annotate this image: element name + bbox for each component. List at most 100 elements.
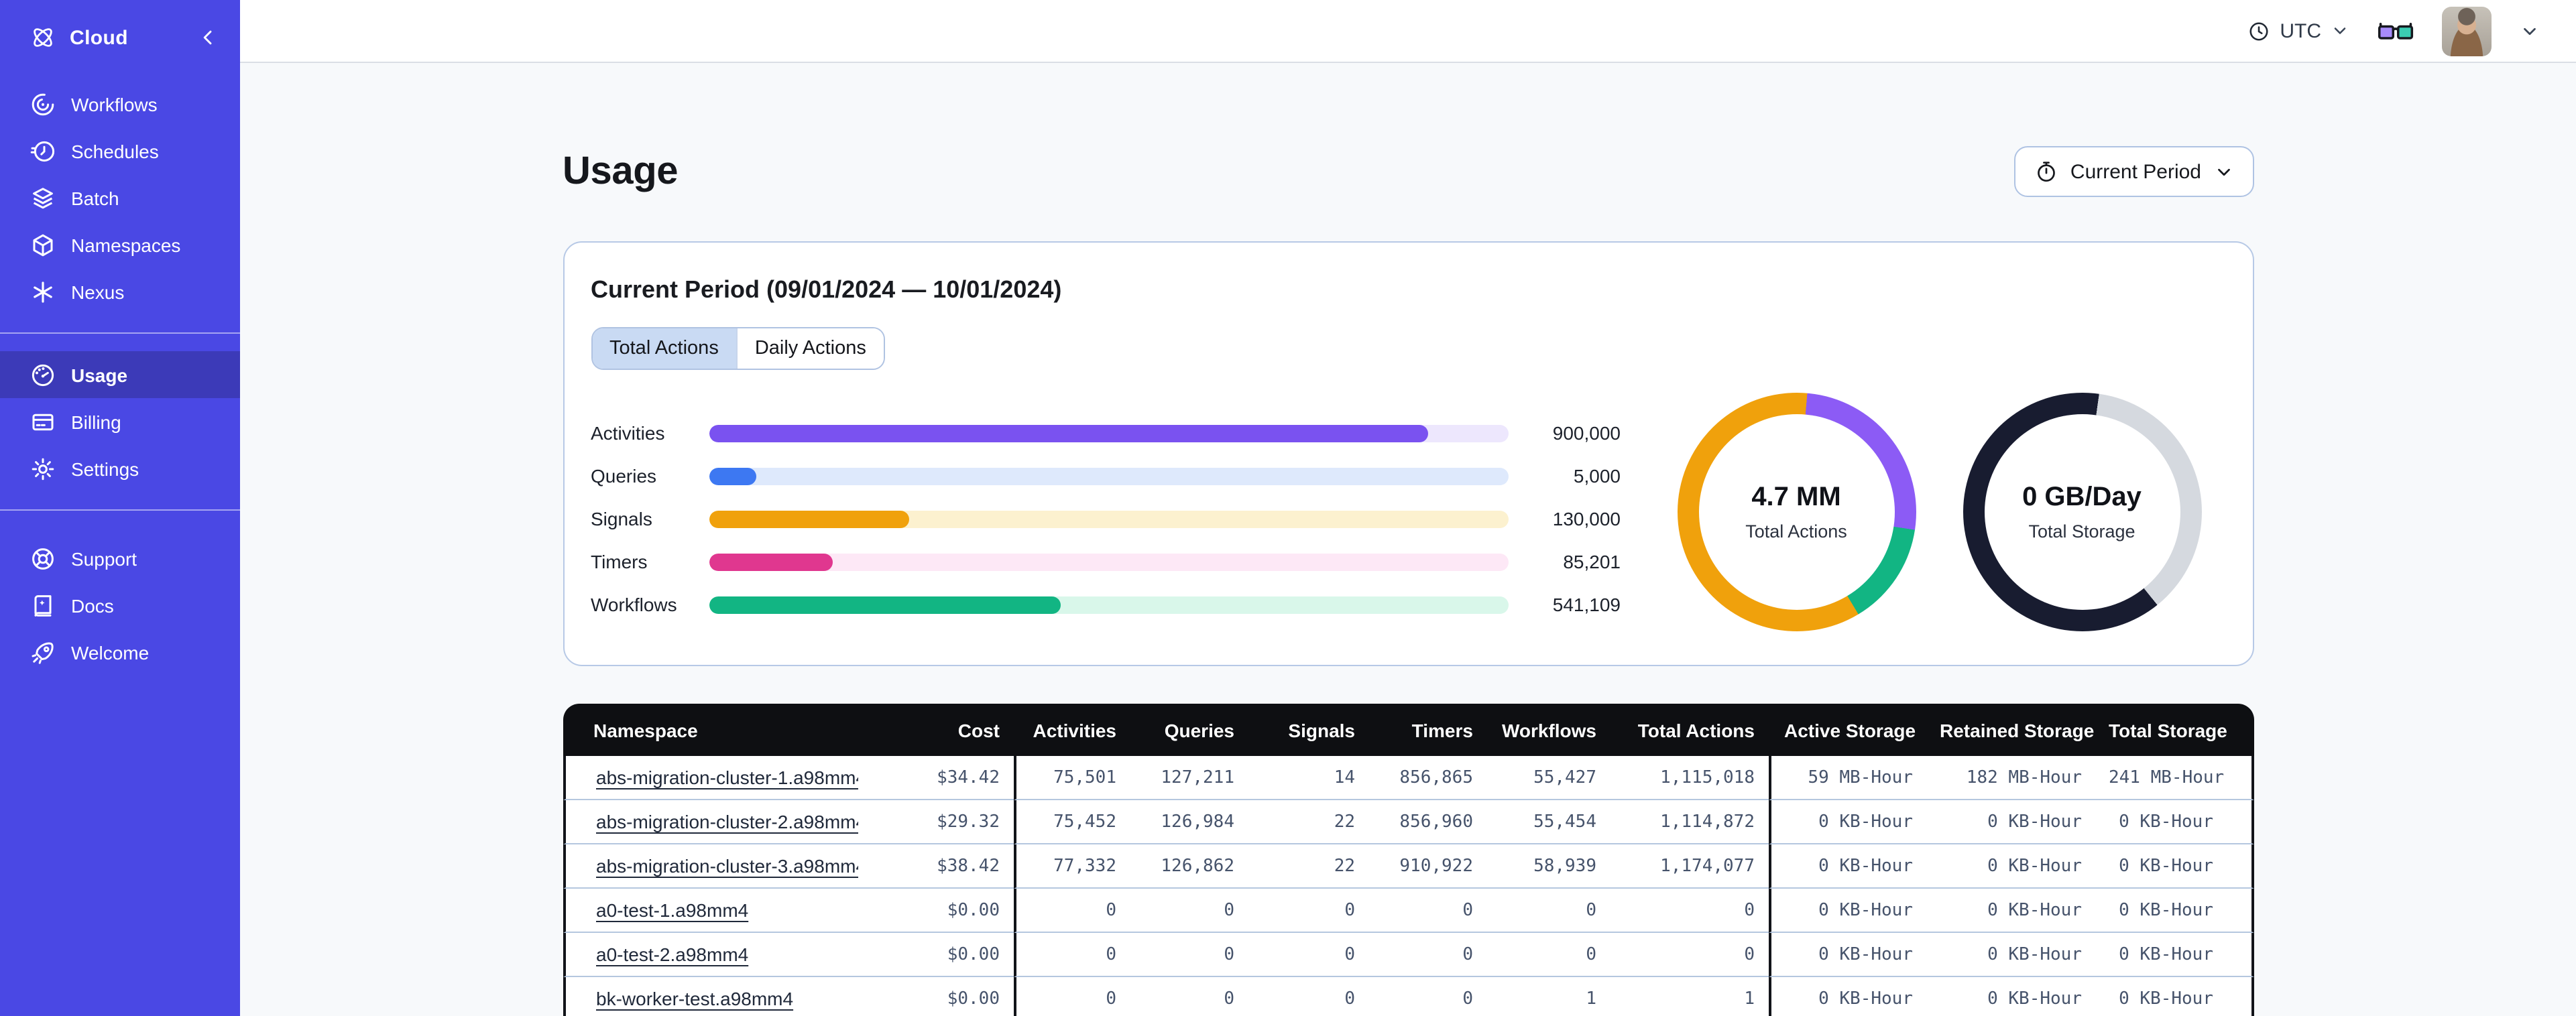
- bar-value: 900,000: [1552, 422, 1621, 444]
- sidebar-item-billing[interactable]: Billing: [0, 398, 240, 445]
- donut-value: 0 GB/Day: [2022, 483, 2142, 512]
- batch-icon: [30, 184, 56, 211]
- table-cell: 0: [1130, 889, 1248, 933]
- bar-label: Queries: [591, 465, 657, 487]
- sidebar-item-settings[interactable]: Settings: [0, 445, 240, 492]
- table-cell: 182 MB-Hour: [1926, 756, 2095, 800]
- sidebar-item-support[interactable]: Support: [0, 535, 240, 582]
- topbar: UTC: [240, 0, 2576, 63]
- table-cell: 0: [1248, 933, 1368, 977]
- table-cell: 0 KB-Hour: [1926, 800, 2095, 844]
- namespace-link[interactable]: abs-migration-cluster-1.a98mm4: [596, 767, 858, 788]
- table-cell: 0: [1368, 933, 1486, 977]
- sidebar-item-label: Support: [71, 548, 137, 569]
- bar-fill: [709, 596, 1061, 613]
- bar-row-activities: Activities 900,000: [591, 411, 1621, 454]
- table-cell: 1,174,077: [1610, 844, 1768, 889]
- main-content: Usage Current Period Current Period (09/…: [240, 63, 2576, 1016]
- table-cell: 856,865: [1368, 756, 1486, 800]
- actions-bar-chart: Activities 900,000 Queries 5,000 Signals: [591, 411, 1621, 626]
- sidebar-item-namespaces[interactable]: Namespaces: [0, 221, 240, 268]
- namespace-link[interactable]: bk-worker-test.a98mm4: [596, 988, 793, 1009]
- usage-chart-area: Activities 900,000 Queries 5,000 Signals: [591, 391, 2225, 635]
- bar-value: 85,201: [1563, 551, 1621, 572]
- account-chevron-down-icon[interactable]: [2520, 21, 2540, 41]
- period-selector-button[interactable]: Current Period: [2013, 146, 2253, 197]
- namespace-cell: abs-migration-cluster-3.a98mm4: [563, 844, 858, 889]
- table-cell: 22: [1248, 844, 1368, 889]
- namespace-link[interactable]: a0-test-2.a98mm4: [596, 944, 748, 965]
- sidebar-item-batch[interactable]: Batch: [0, 174, 240, 221]
- table-cell: 0: [1368, 889, 1486, 933]
- stopwatch-icon: [2034, 160, 2058, 184]
- clock-icon: [2247, 19, 2270, 42]
- sidebar-item-docs[interactable]: Docs: [0, 582, 240, 629]
- namespace-cell: a0-test-1.a98mm4: [563, 889, 858, 933]
- col-header-namespace: Namespace: [563, 704, 858, 756]
- table-cell: 0 KB-Hour: [1768, 889, 1926, 933]
- feedback-glasses-icon[interactable]: [2378, 19, 2414, 42]
- namespace-link[interactable]: abs-migration-cluster-3.a98mm4: [596, 855, 858, 877]
- page-title: Usage: [563, 149, 679, 192]
- table-cell: 0 KB-Hour: [2095, 844, 2253, 889]
- sidebar-item-label: Welcome: [71, 641, 150, 663]
- table-cell: 75,501: [1013, 756, 1130, 800]
- table-cell: $34.42: [858, 756, 1013, 800]
- sidebar-item-label: Docs: [71, 594, 114, 616]
- book-icon: [30, 592, 56, 619]
- table-cell: 856,960: [1368, 800, 1486, 844]
- bar-value: 541,109: [1552, 594, 1621, 615]
- bar-track: [709, 596, 1508, 613]
- bar-row-workflows: Workflows 541,109: [591, 583, 1621, 626]
- table-cell: 0: [1486, 889, 1610, 933]
- namespace-link[interactable]: a0-test-1.a98mm4: [596, 899, 748, 921]
- tab-total-actions[interactable]: Total Actions: [592, 328, 736, 369]
- nav-footer: Support Docs Welcome: [0, 535, 240, 676]
- table-header: Namespace Cost Activities Queries Signals Tim…: [563, 704, 2253, 756]
- table-cell: 0 KB-Hour: [2095, 933, 2253, 977]
- bar-track: [709, 467, 1508, 485]
- namespace-cell: abs-migration-cluster-1.a98mm4: [563, 756, 858, 800]
- table-cell: 14: [1248, 756, 1368, 800]
- col-header-queries: Queries: [1130, 704, 1248, 756]
- bar-label: Workflows: [591, 594, 677, 615]
- tab-daily-actions[interactable]: Daily Actions: [736, 328, 884, 369]
- timezone-label: UTC: [2280, 19, 2321, 42]
- col-header-timers: Timers: [1368, 704, 1486, 756]
- sidebar-item-workflows[interactable]: Workflows: [0, 80, 240, 127]
- table-cell: 0: [1013, 933, 1130, 977]
- lifering-icon: [30, 545, 56, 572]
- period-selector-label: Current Period: [2070, 160, 2201, 183]
- sidebar-item-nexus[interactable]: Nexus: [0, 268, 240, 315]
- bar-fill: [709, 424, 1428, 442]
- table-cell: 0 KB-Hour: [1768, 844, 1926, 889]
- user-avatar[interactable]: [2442, 6, 2492, 56]
- sidebar-item-label: Usage: [71, 364, 128, 385]
- table-cell: 22: [1248, 800, 1368, 844]
- sidebar-divider: [0, 509, 240, 511]
- table-cell: 0 KB-Hour: [1926, 977, 2095, 1016]
- table-cell: 58,939: [1486, 844, 1610, 889]
- sidebar-item-usage[interactable]: Usage: [0, 351, 240, 398]
- col-header-active-storage: Active Storage: [1768, 704, 1926, 756]
- timezone-selector[interactable]: UTC: [2247, 19, 2349, 42]
- table-cell: 1: [1610, 977, 1768, 1016]
- table-row: bk-worker-test.a98mm4 $0.00 0 0 0 0 1 1 0 KB-Hou…: [563, 977, 2253, 1016]
- sidebar-item-label: Billing: [71, 411, 121, 432]
- donut-value: 4.7 MM: [1751, 483, 1841, 512]
- table-cell: 0: [1610, 889, 1768, 933]
- sidebar-item-schedules[interactable]: Schedules: [0, 127, 240, 174]
- sidebar-item-label: Nexus: [71, 281, 125, 302]
- billing-icon: [30, 408, 56, 435]
- namespace-cell: abs-migration-cluster-2.a98mm4: [563, 800, 858, 844]
- sidebar-collapse-icon[interactable]: [197, 27, 219, 48]
- bar-label: Timers: [591, 551, 648, 572]
- sidebar-item-label: Settings: [71, 458, 139, 479]
- sidebar-item-welcome[interactable]: Welcome: [0, 629, 240, 676]
- col-header-activities: Activities: [1013, 704, 1130, 756]
- donut-label: Total Storage: [2028, 521, 2135, 542]
- bar-value: 5,000: [1573, 465, 1621, 487]
- table-cell: 127,211: [1130, 756, 1248, 800]
- namespace-link[interactable]: abs-migration-cluster-2.a98mm4: [596, 811, 858, 832]
- table-cell: $0.00: [858, 889, 1013, 933]
